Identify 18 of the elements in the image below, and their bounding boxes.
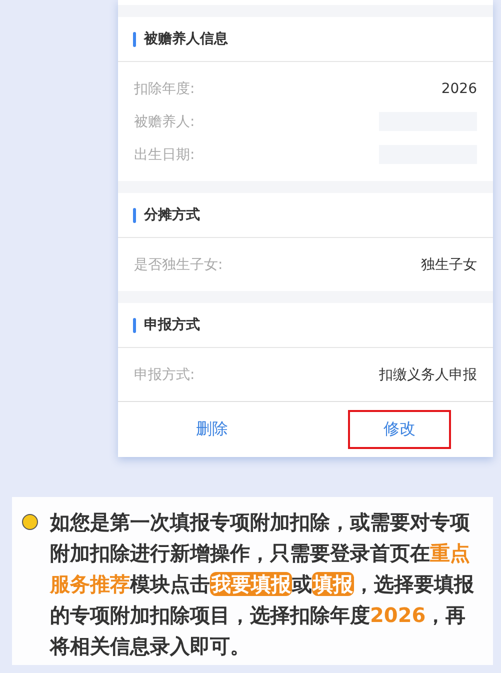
- note-text: 如您是第一次填报专项附加扣除，或需要对专项附加扣除进行新增操作，只需要登录首页在重点服务推荐模块点击我要填报或填报，选择要填报的专项附加扣除项目，选择扣除年度2026，再将相关信息录入即可。: [50, 509, 475, 660]
- action-button[interactable]: 删除: [160, 410, 264, 449]
- field-label: 扣除年度:: [134, 80, 195, 98]
- section-marker-icon: [133, 318, 136, 332]
- bullet-icon: [22, 514, 38, 530]
- field-label: 申报方式:: [134, 366, 195, 384]
- field-value: 扣缴义务人申报: [379, 366, 477, 384]
- section-title: 申报方式: [144, 316, 200, 334]
- action-button[interactable]: 修改: [348, 410, 451, 449]
- field-value: 2026: [441, 80, 477, 96]
- section-marker-icon: [133, 32, 136, 46]
- section-title: 分摊方式: [144, 206, 200, 224]
- section-marker-icon: [133, 208, 136, 222]
- field-value: 独生子女: [421, 256, 477, 274]
- field-label: 是否独生子女:: [134, 256, 223, 274]
- field-label: 出生日期:: [134, 146, 195, 164]
- section-title: 被赡养人信息: [144, 30, 228, 48]
- field-label: 被赡养人:: [134, 112, 195, 130]
